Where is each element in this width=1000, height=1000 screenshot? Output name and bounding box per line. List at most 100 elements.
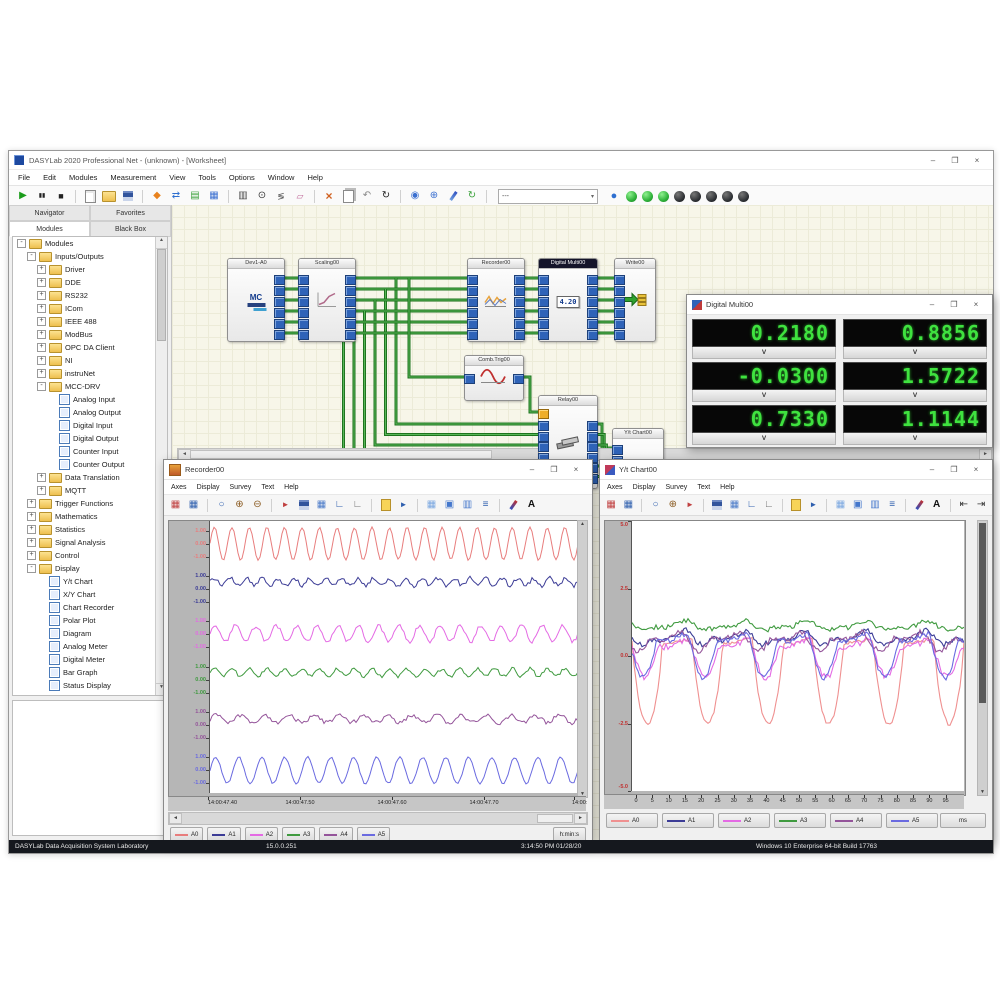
module-recorder[interactable]: Recorder00 bbox=[467, 258, 525, 342]
tab-modules[interactable]: Modules bbox=[9, 221, 90, 237]
yt-tool-display-colors-icon[interactable]: ▦ bbox=[603, 497, 619, 514]
recorder-tool-save-data-icon[interactable] bbox=[295, 497, 312, 514]
meter-unit[interactable]: V bbox=[692, 390, 836, 402]
yt-menu-display[interactable]: Display bbox=[633, 484, 656, 491]
tree-item-digital-input[interactable]: Digital Input bbox=[13, 419, 167, 432]
tree-item-counter-output[interactable]: Counter Output bbox=[13, 458, 167, 471]
tree-item-data-translation[interactable]: +Data Translation bbox=[13, 471, 167, 484]
yt-tool-scale-xt-icon[interactable]: ∟ bbox=[761, 497, 777, 514]
output-pin[interactable] bbox=[345, 297, 356, 307]
recorder-menu-text[interactable]: Text bbox=[261, 484, 274, 491]
tree-item-modules[interactable]: -Modules bbox=[13, 237, 167, 250]
toolbar-clock-icon[interactable]: ⊙ bbox=[253, 187, 271, 205]
yt-menu-axes[interactable]: Axes bbox=[607, 484, 623, 491]
tree-item-analog-meter[interactable]: Analog Meter bbox=[13, 640, 167, 653]
input-pin[interactable] bbox=[298, 275, 309, 285]
tree-item-ni[interactable]: +NI bbox=[13, 354, 167, 367]
recorder-plot[interactable] bbox=[209, 521, 578, 793]
yt-tool-fit-end-icon[interactable]: ⇥ bbox=[973, 497, 989, 514]
recorder-tool-zoom-in-icon[interactable]: ⊕ bbox=[231, 497, 248, 514]
tree-item-modbus[interactable]: +ModBus bbox=[13, 328, 167, 341]
output-pin[interactable] bbox=[587, 432, 598, 442]
toolbar-sync-icon[interactable]: ↻ bbox=[463, 187, 481, 205]
expand-icon[interactable]: + bbox=[37, 278, 46, 287]
output-pin[interactable] bbox=[345, 275, 356, 285]
legend-button-A2[interactable]: A2 bbox=[718, 813, 770, 828]
module-write[interactable]: Write00 bbox=[614, 258, 656, 342]
yt-tool-brush-icon[interactable] bbox=[911, 497, 927, 514]
menu-view[interactable]: View bbox=[169, 173, 185, 182]
tree-item-digital-output[interactable]: Digital Output bbox=[13, 432, 167, 445]
expand-icon[interactable]: + bbox=[37, 291, 46, 300]
close-button[interactable]: × bbox=[965, 300, 987, 309]
toolbar-save-worksheet-icon[interactable] bbox=[119, 187, 137, 205]
output-pin[interactable] bbox=[274, 275, 285, 285]
tree-item-mcc-drv[interactable]: -MCC-DRV bbox=[13, 380, 167, 393]
tab-navigator[interactable]: Navigator bbox=[9, 205, 90, 221]
input-pin[interactable] bbox=[614, 275, 625, 285]
expand-icon[interactable]: + bbox=[37, 317, 46, 326]
maximize-button[interactable]: ❐ bbox=[943, 465, 965, 474]
toolbar-copy-icon[interactable] bbox=[339, 187, 357, 205]
yt-plot[interactable] bbox=[631, 521, 964, 791]
recorder-tool-brush-icon[interactable] bbox=[505, 497, 522, 514]
output-pin[interactable] bbox=[274, 308, 285, 318]
recorder-tool-zoom-icon[interactable]: ○ bbox=[213, 497, 230, 514]
tree-item-bar-graph[interactable]: Bar Graph bbox=[13, 666, 167, 679]
expand-icon[interactable]: + bbox=[37, 473, 46, 482]
input-pin[interactable] bbox=[614, 330, 625, 340]
tab-favorites[interactable]: Favorites bbox=[90, 205, 171, 221]
yt-vscrollbar[interactable]: ▼ bbox=[977, 520, 988, 796]
yt-menu-survey[interactable]: Survey bbox=[666, 484, 688, 491]
input-pin[interactable] bbox=[298, 286, 309, 296]
tree-item-polar-plot[interactable]: Polar Plot bbox=[13, 614, 167, 627]
output-pin[interactable] bbox=[587, 421, 598, 431]
recorder-tool-tile-windows-icon[interactable]: ▦ bbox=[423, 497, 440, 514]
tree-item-inputs-outputs[interactable]: -Inputs/Outputs bbox=[13, 250, 167, 263]
input-pin[interactable] bbox=[298, 297, 309, 307]
expand-icon[interactable]: + bbox=[37, 265, 46, 274]
expand-icon[interactable]: + bbox=[27, 512, 36, 521]
recorder-tool-note-icon[interactable] bbox=[377, 497, 394, 514]
yt-menu-help[interactable]: Help bbox=[720, 484, 734, 491]
scroll-down-icon[interactable]: ▼ bbox=[978, 789, 987, 795]
tree-item-status-display[interactable]: Status Display bbox=[13, 679, 167, 692]
expand-icon[interactable]: + bbox=[37, 486, 46, 495]
yt-tool-display-setup-icon[interactable]: ▦ bbox=[620, 497, 636, 514]
recorder-tool-scale-yt-icon[interactable]: ∟ bbox=[331, 497, 348, 514]
tree-item-mqtt[interactable]: +MQTT bbox=[13, 484, 167, 497]
toolbar-net-refresh-icon[interactable]: ⊕ bbox=[425, 187, 443, 205]
tree-item-trigger-functions[interactable]: +Trigger Functions bbox=[13, 497, 167, 510]
recorder-tool-scale-xt-icon[interactable]: ∟ bbox=[349, 497, 366, 514]
recorder-tool-zoom-out-icon[interactable]: ⊖ bbox=[249, 497, 266, 514]
tree-item-x-y-chart[interactable]: X/Y Chart bbox=[13, 588, 167, 601]
input-pin[interactable] bbox=[298, 319, 309, 329]
output-pin[interactable] bbox=[514, 275, 525, 285]
output-pin[interactable] bbox=[514, 319, 525, 329]
yt-tool-cascade-windows-icon[interactable]: ▣ bbox=[850, 497, 866, 514]
toolbar-redo-icon[interactable]: ↻ bbox=[377, 187, 395, 205]
tab-black-box[interactable]: Black Box bbox=[90, 221, 171, 237]
minimize-button[interactable]: – bbox=[921, 300, 943, 309]
tree-item-analog-input[interactable]: Analog Input bbox=[13, 393, 167, 406]
tree-item-display[interactable]: -Display bbox=[13, 562, 167, 575]
menu-measurement[interactable]: Measurement bbox=[110, 173, 156, 182]
toolbar-worksheet-setup-icon[interactable]: ◆ bbox=[148, 187, 166, 205]
recorder-tool-display-setup-icon[interactable]: ▦ bbox=[185, 497, 202, 514]
module-dev1[interactable]: Dev1-A0MC bbox=[227, 258, 285, 342]
tree-item-statistics[interactable]: +Statistics bbox=[13, 523, 167, 536]
control-input-pin[interactable] bbox=[538, 409, 549, 419]
tree-item-analog-output[interactable]: Analog Output bbox=[13, 406, 167, 419]
menu-tools[interactable]: Tools bbox=[198, 173, 216, 182]
legend-button-A0[interactable]: A0 bbox=[606, 813, 658, 828]
toolbar-erase-icon[interactable]: ▱ bbox=[291, 187, 309, 205]
output-pin[interactable] bbox=[274, 319, 285, 329]
toolbar-window-layout-icon[interactable]: ▦ bbox=[205, 187, 223, 205]
tree-item-counter-input[interactable]: Counter Input bbox=[13, 445, 167, 458]
close-button[interactable]: × bbox=[565, 465, 587, 474]
tree-item-dde[interactable]: +DDE bbox=[13, 276, 167, 289]
yt-tool-save-data-icon[interactable] bbox=[709, 497, 725, 514]
toolbar-new-worksheet-icon[interactable] bbox=[81, 187, 99, 205]
tree-item-rs232[interactable]: +RS232 bbox=[13, 289, 167, 302]
module-scaling[interactable]: Scaling00 bbox=[298, 258, 356, 342]
